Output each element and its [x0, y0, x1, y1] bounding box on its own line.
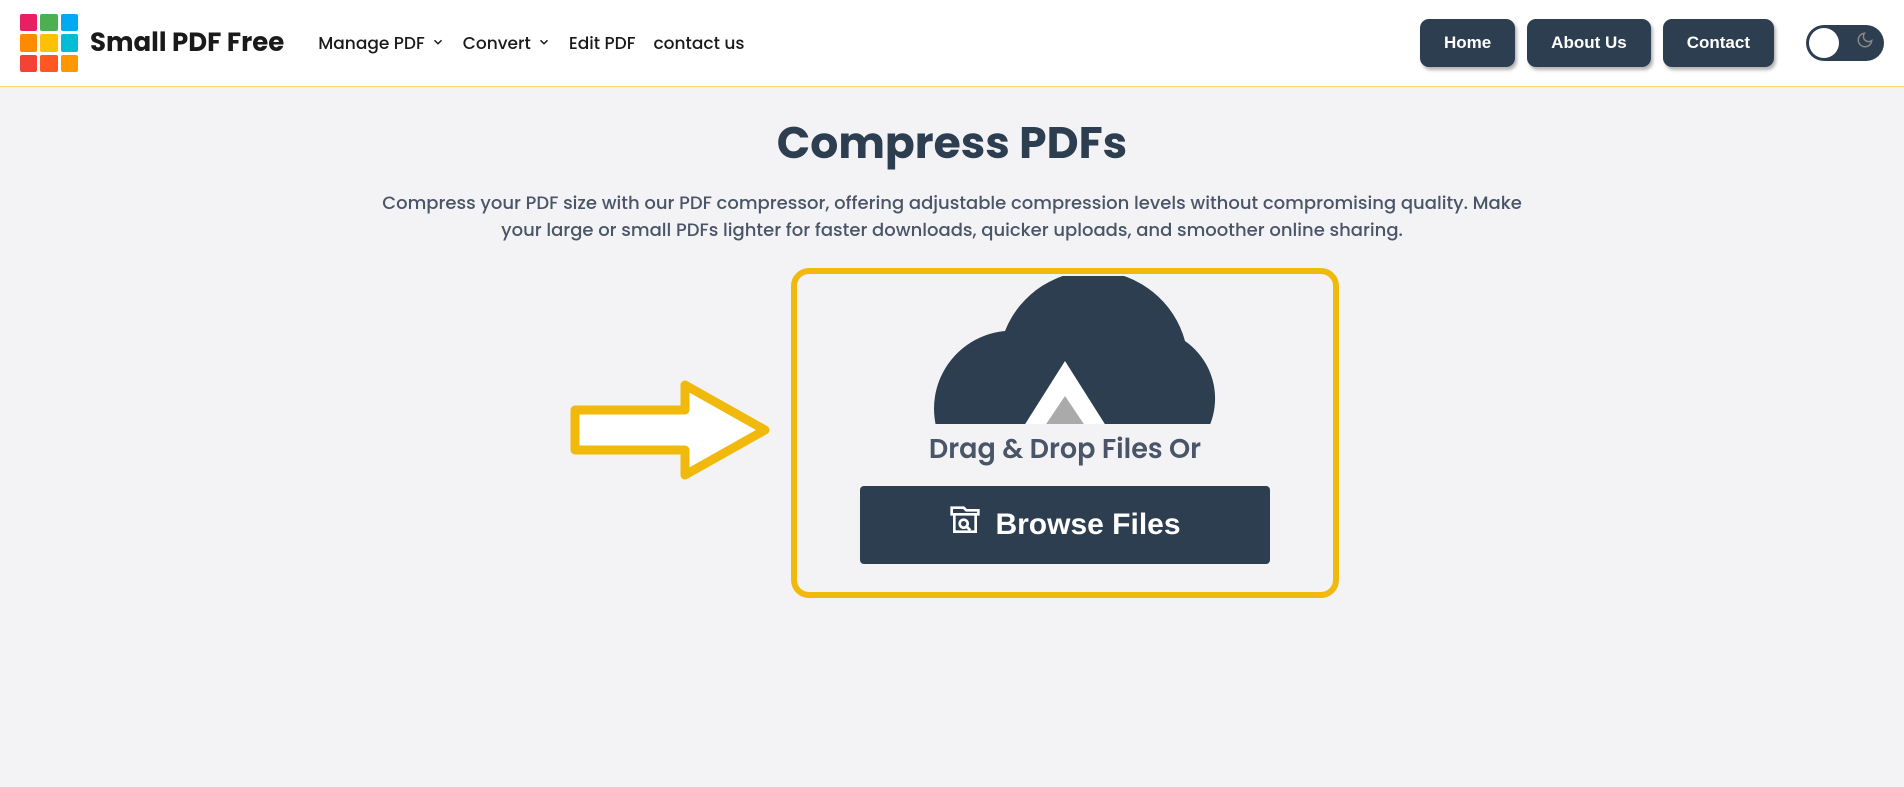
toggle-knob — [1809, 28, 1839, 58]
nav-item-convert[interactable]: Convert — [463, 30, 551, 56]
browse-files-label: Browse Files — [995, 508, 1180, 542]
theme-toggle[interactable] — [1806, 25, 1884, 61]
upload-section: Drag & Drop Files Or Browse Files — [20, 268, 1884, 598]
nav-label: contact us — [653, 30, 744, 56]
brand-section[interactable]: Small PDF Free — [20, 14, 284, 72]
nav-label: Edit PDF — [569, 30, 636, 56]
main-content: Compress PDFs Compress your PDF size wit… — [0, 87, 1904, 622]
moon-icon — [1856, 31, 1874, 56]
nav-label: Manage PDF — [318, 30, 424, 56]
upload-dropzone[interactable]: Drag & Drop Files Or Browse Files — [791, 268, 1339, 598]
drag-drop-label: Drag & Drop Files Or — [797, 424, 1333, 470]
chevron-down-icon — [431, 30, 445, 56]
folder-search-icon — [949, 505, 981, 545]
logo-icon — [20, 14, 78, 72]
browse-files-button[interactable]: Browse Files — [860, 486, 1270, 564]
brand-name: Small PDF Free — [90, 24, 284, 63]
page-title: Compress PDFs — [20, 111, 1884, 176]
nav-item-manage-pdf[interactable]: Manage PDF — [318, 30, 444, 56]
nav-item-edit-pdf[interactable]: Edit PDF — [569, 30, 636, 56]
home-button[interactable]: Home — [1420, 19, 1515, 67]
page-description: Compress your PDF size with our PDF comp… — [372, 190, 1532, 244]
nav-label: Convert — [463, 30, 531, 56]
arrow-right-icon — [565, 375, 775, 492]
contact-button[interactable]: Contact — [1663, 19, 1774, 67]
header: Small PDF Free Manage PDF Convert Edit P… — [0, 0, 1904, 87]
chevron-down-icon — [537, 30, 551, 56]
nav-item-contact-us[interactable]: contact us — [653, 30, 744, 56]
nav-menu: Manage PDF Convert Edit PDF contact us — [318, 30, 744, 56]
header-right: Home About Us Contact — [1420, 19, 1884, 67]
about-us-button[interactable]: About Us — [1527, 19, 1651, 67]
